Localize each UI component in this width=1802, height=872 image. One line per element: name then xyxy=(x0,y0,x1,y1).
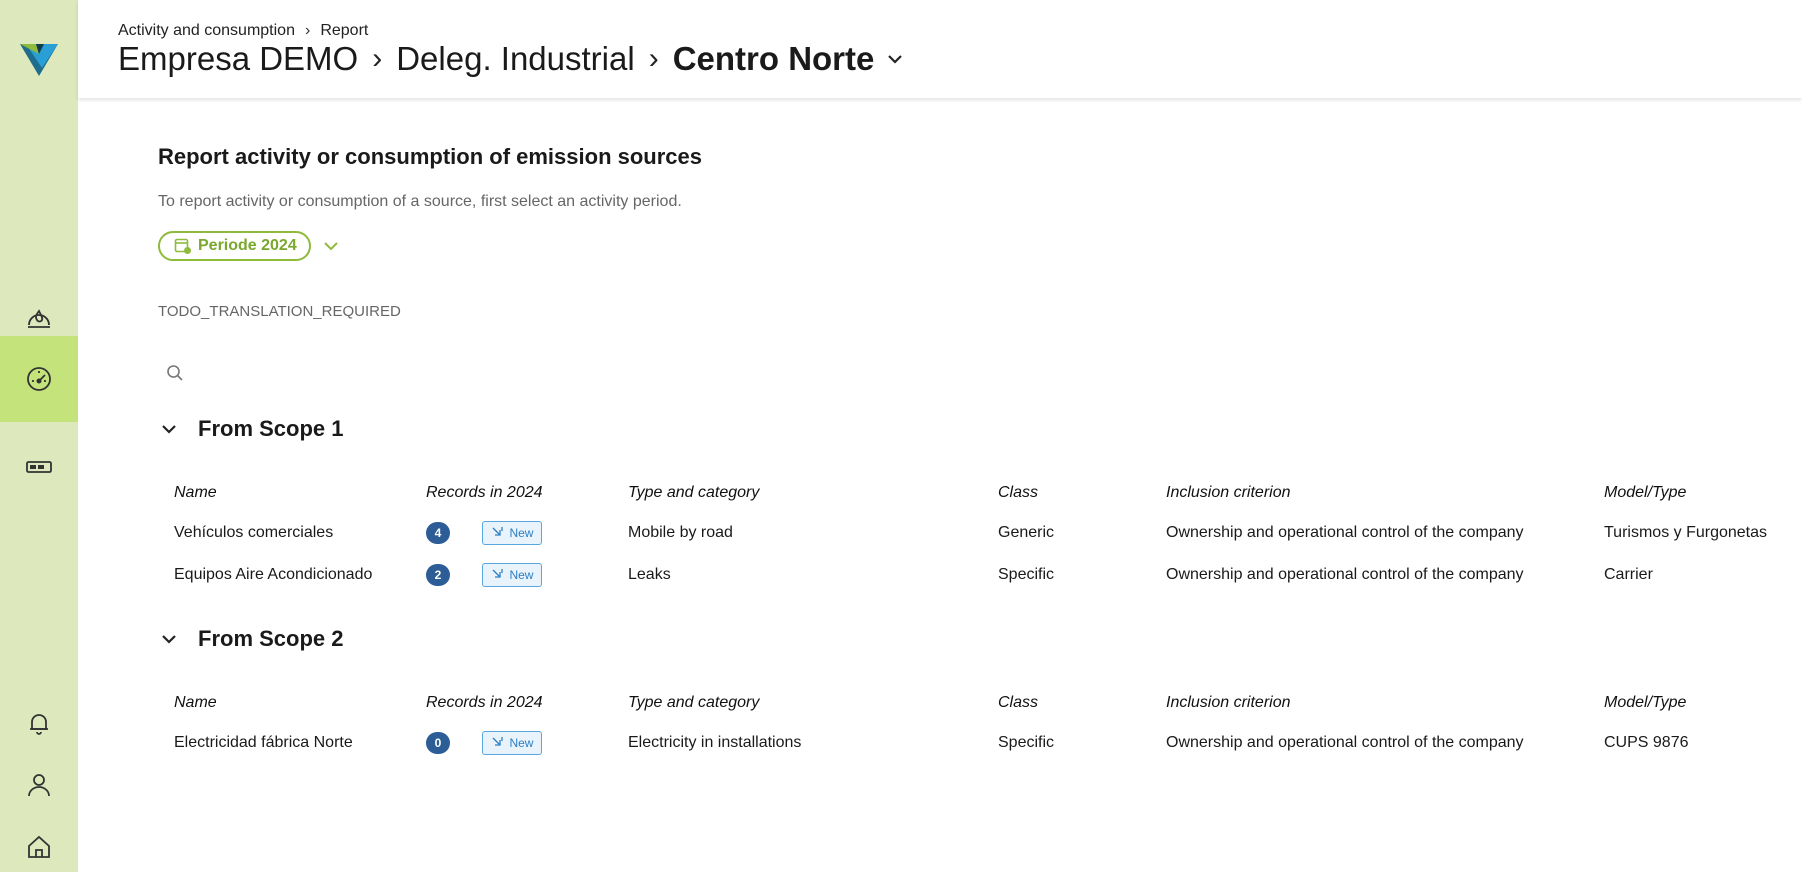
period-label: Periode 2024 xyxy=(198,237,297,254)
source-name: Vehículos comerciales xyxy=(174,524,334,541)
translation-placeholder-text: TODO_TRANSLATION_REQUIRED xyxy=(158,303,401,320)
class-cell: Generic xyxy=(998,524,1055,541)
entity-delegation[interactable]: Deleg. Industrial xyxy=(396,40,634,78)
records-cell: 0 New xyxy=(426,723,543,763)
breadcrumb-activity[interactable]: Activity and consumption xyxy=(118,22,295,40)
table-header: Name Records in 2024 Type and category C… xyxy=(174,473,1802,513)
period-chip[interactable]: Periode 2024 xyxy=(158,231,311,261)
arrow-in-icon xyxy=(492,737,504,746)
brand-logo-icon[interactable] xyxy=(20,42,58,76)
column-header-inclusion: Inclusion criterion xyxy=(1166,694,1291,711)
new-label: New xyxy=(509,735,534,750)
table-row[interactable]: Vehículos comerciales 4 New Mobile by ro… xyxy=(174,513,1802,553)
entity-company[interactable]: Empresa DEMO xyxy=(118,40,358,78)
sidebar-item-battery[interactable] xyxy=(0,442,78,492)
column-header-type: Type and category xyxy=(628,694,760,711)
column-header-name: Name xyxy=(174,694,217,711)
user-icon xyxy=(28,774,50,797)
calendar-icon xyxy=(174,238,191,254)
scope-1-toggle[interactable]: From Scope 1 xyxy=(158,416,343,442)
records-cell: 4 New xyxy=(426,513,543,553)
type-cell: Electricity in installations xyxy=(628,734,802,751)
scope-2-toggle[interactable]: From Scope 2 xyxy=(158,626,343,652)
inclusion-cell: Ownership and operational control of the… xyxy=(1166,734,1524,751)
column-header-class: Class xyxy=(998,694,1039,711)
page-title: Report activity or consumption of emissi… xyxy=(158,144,702,169)
breadcrumb-separator: › xyxy=(304,22,311,39)
model-cell: CUPS 9876 xyxy=(1604,734,1689,751)
sidebar-item-notifications[interactable] xyxy=(0,698,78,748)
sidebar xyxy=(0,0,78,872)
column-header-model: Model/Type xyxy=(1604,694,1687,711)
type-cell: Mobile by road xyxy=(628,524,733,541)
scope-1-title: From Scope 1 xyxy=(198,416,344,441)
dashboard-gauge-icon xyxy=(27,367,51,391)
arrow-in-icon xyxy=(492,569,504,578)
column-header-records: Records in 2024 xyxy=(426,694,543,711)
page-header: Activity and consumption › Report Empres… xyxy=(78,0,1802,98)
chevron-down-icon[interactable] xyxy=(884,48,906,70)
search-input[interactable] xyxy=(194,364,634,382)
class-cell: Specific xyxy=(998,566,1055,583)
sidebar-item-user[interactable] xyxy=(0,760,78,810)
search-box xyxy=(158,356,658,390)
new-record-button[interactable]: New xyxy=(482,562,543,587)
page-subtitle: To report activity or consumption of a s… xyxy=(158,193,682,210)
column-header-records: Records in 2024 xyxy=(426,484,543,501)
column-header-model: Model/Type xyxy=(1604,484,1687,501)
bell-icon xyxy=(30,714,48,735)
search-icon xyxy=(167,365,183,381)
chevron-down-icon[interactable] xyxy=(321,236,341,256)
new-label: New xyxy=(509,567,534,582)
records-count-badge: 0 xyxy=(426,731,450,754)
new-record-button[interactable]: New xyxy=(482,520,543,545)
column-header-class: Class xyxy=(998,484,1039,501)
type-cell: Leaks xyxy=(628,566,671,583)
source-name: Equipos Aire Acondicionado xyxy=(174,566,373,583)
table-row[interactable]: Equipos Aire Acondicionado 2 New Leaks S… xyxy=(174,555,1802,595)
arrow-in-icon xyxy=(492,527,504,536)
sidebar-item-dashboard[interactable] xyxy=(0,336,78,422)
emissions-icon xyxy=(28,309,50,328)
table-row[interactable]: Electricidad fábrica Norte 0 New Electri… xyxy=(174,723,1802,763)
period-selector: Periode 2024 xyxy=(158,231,341,261)
entity-current[interactable]: Centro Norte xyxy=(673,40,875,78)
new-record-button[interactable]: New xyxy=(482,730,543,755)
sidebar-item-emissions[interactable] xyxy=(0,292,78,342)
records-count-badge: 4 xyxy=(426,521,450,544)
records-count-badge: 2 xyxy=(426,563,450,586)
chevron-right-icon: › xyxy=(372,42,383,75)
column-header-name: Name xyxy=(174,484,217,501)
records-cell: 2 New xyxy=(426,555,543,595)
chevron-down-icon xyxy=(162,425,176,434)
home-icon xyxy=(28,835,50,858)
inclusion-cell: Ownership and operational control of the… xyxy=(1166,524,1524,541)
table-header: Name Records in 2024 Type and category C… xyxy=(174,683,1802,723)
column-header-type: Type and category xyxy=(628,484,760,501)
column-header-inclusion: Inclusion criterion xyxy=(1166,484,1291,501)
chevron-right-icon: › xyxy=(648,42,659,75)
inclusion-cell: Ownership and operational control of the… xyxy=(1166,566,1524,583)
source-name: Electricidad fábrica Norte xyxy=(174,734,353,751)
entity-breadcrumb: Empresa DEMO › Deleg. Industrial › Centr… xyxy=(118,40,906,78)
scope-2-title: From Scope 2 xyxy=(198,626,344,651)
breadcrumb-report[interactable]: Report xyxy=(320,22,368,40)
sidebar-item-home[interactable] xyxy=(0,822,78,872)
new-label: New xyxy=(509,525,534,540)
chevron-down-icon xyxy=(162,635,176,644)
class-cell: Specific xyxy=(998,734,1055,751)
battery-icon xyxy=(26,461,52,473)
breadcrumb: Activity and consumption › Report xyxy=(118,22,368,40)
model-cell: Turismos y Furgonetas xyxy=(1604,524,1768,541)
model-cell: Carrier xyxy=(1604,566,1653,583)
